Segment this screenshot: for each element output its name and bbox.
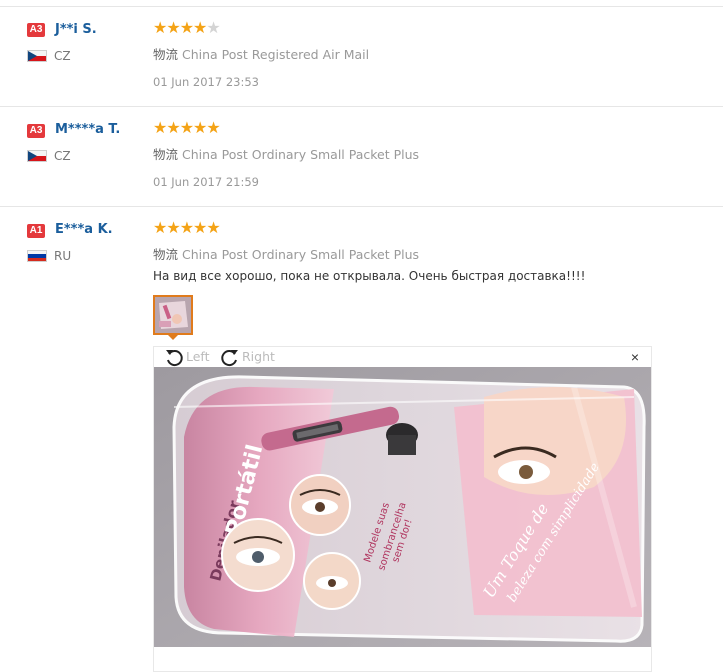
star-full-icon: ★ bbox=[193, 120, 207, 137]
thumbnail-image bbox=[155, 297, 191, 333]
close-viewer-button[interactable]: × bbox=[631, 349, 639, 365]
buyer-country: RU bbox=[54, 249, 72, 263]
level-badge: A3 bbox=[27, 23, 45, 37]
rotate-right-label: Right bbox=[242, 349, 275, 364]
rotate-left-label: Left bbox=[186, 349, 210, 364]
buyer-name: M****a T. bbox=[55, 122, 121, 137]
shipping-method: China Post Ordinary Small Packet Plus bbox=[182, 147, 420, 162]
star-full-icon: ★ bbox=[153, 220, 167, 237]
star-empty-icon: ★ bbox=[206, 20, 220, 37]
photo-viewer-footer bbox=[154, 647, 651, 671]
buyer-country: CZ bbox=[54, 49, 71, 63]
shipping-info: 物流 China Post Ordinary Small Packet Plus bbox=[153, 244, 419, 263]
review-photo: Depilador Portátil bbox=[154, 367, 651, 647]
review-item: A3 J**i S. CZ ★★★★★ 物流 China Post Regist… bbox=[0, 6, 723, 107]
buyer-country: CZ bbox=[54, 149, 71, 163]
star-full-icon: ★ bbox=[166, 20, 180, 37]
shipping-method: China Post Registered Air Mail bbox=[182, 47, 370, 62]
star-full-icon: ★ bbox=[193, 20, 207, 37]
star-full-icon: ★ bbox=[166, 220, 180, 237]
review-date: 01 Jun 2017 23:53 bbox=[153, 75, 259, 89]
shipping-label: 物流 bbox=[153, 247, 179, 262]
star-full-icon: ★ bbox=[153, 20, 167, 37]
star-rating: ★★★★★ bbox=[153, 20, 221, 37]
star-full-icon: ★ bbox=[153, 120, 167, 137]
level-badge: A3 bbox=[27, 124, 45, 138]
shipping-info: 物流 China Post Registered Air Mail bbox=[153, 44, 369, 63]
level-badge: A1 bbox=[27, 224, 45, 238]
shipping-label: 物流 bbox=[153, 147, 179, 162]
star-rating: ★★★★★ bbox=[153, 220, 221, 237]
star-rating: ★★★★★ bbox=[153, 120, 221, 137]
star-full-icon: ★ bbox=[193, 220, 207, 237]
flag-cz-icon bbox=[27, 150, 47, 162]
review-item: A1 E***a K. RU ★★★★★ 物流 China Post Ordin… bbox=[0, 206, 723, 672]
buyer-name: J**i S. bbox=[55, 22, 97, 37]
shipping-info: 物流 China Post Ordinary Small Packet Plus bbox=[153, 144, 419, 163]
photo-viewer: Left Right × Portátil Um Toque de beleza… bbox=[153, 346, 652, 672]
thumbnail-pointer bbox=[168, 335, 178, 340]
star-full-icon: ★ bbox=[166, 120, 180, 137]
star-full-icon: ★ bbox=[179, 220, 194, 237]
review-date: 01 Jun 2017 21:59 bbox=[153, 175, 259, 189]
shipping-label: 物流 bbox=[153, 47, 179, 62]
flag-ru-icon bbox=[27, 250, 47, 262]
review-photo-thumbnail[interactable] bbox=[153, 295, 193, 335]
shipping-method: China Post Ordinary Small Packet Plus bbox=[182, 247, 420, 262]
review-item: A3 M****a T. CZ ★★★★★ 物流 China Post Ordi… bbox=[0, 106, 723, 207]
review-comment: На вид все хорошо, пока не открывала. Оч… bbox=[153, 269, 586, 283]
star-full-icon: ★ bbox=[179, 20, 194, 37]
rotate-right-icon bbox=[221, 350, 238, 367]
flag-cz-icon bbox=[27, 50, 47, 62]
rotate-left-icon bbox=[166, 350, 183, 367]
buyer-name: E***a K. bbox=[55, 222, 113, 237]
star-full-icon: ★ bbox=[206, 220, 220, 237]
star-full-icon: ★ bbox=[206, 120, 220, 137]
photo-viewer-toolbar: Left Right × bbox=[154, 347, 651, 367]
star-full-icon: ★ bbox=[179, 120, 194, 137]
